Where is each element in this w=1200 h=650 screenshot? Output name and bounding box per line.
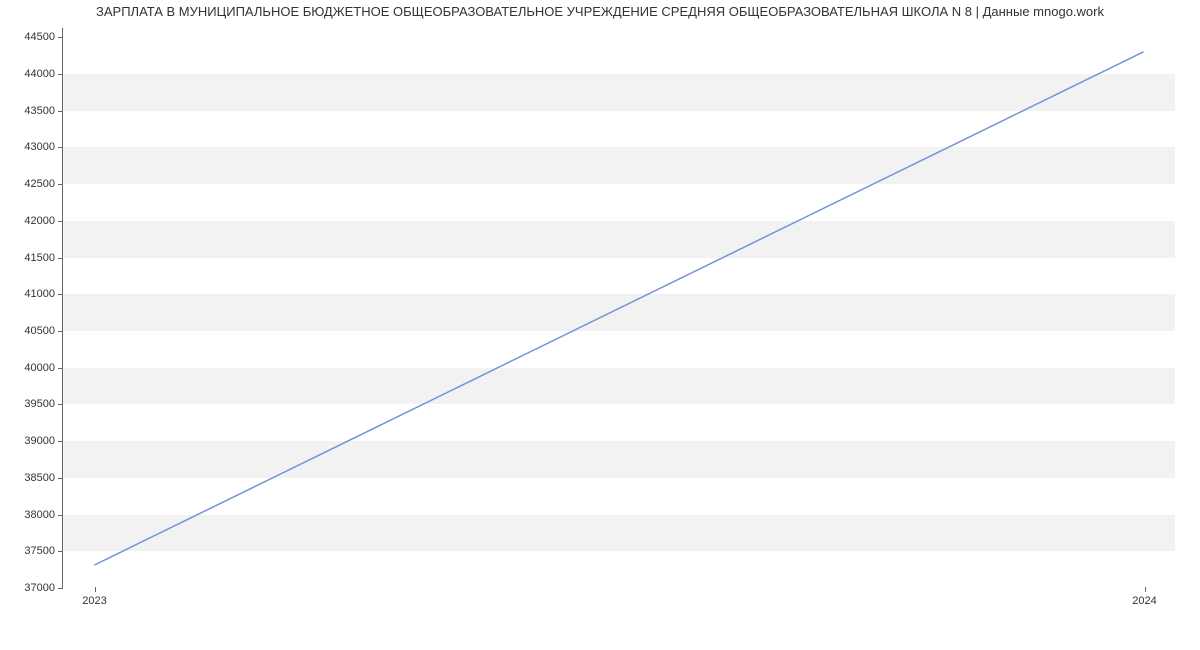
y-tick-label: 43500 xyxy=(24,105,63,117)
y-tick-label: 38500 xyxy=(24,472,63,484)
y-tick-label: 44000 xyxy=(24,68,63,80)
data-line xyxy=(94,52,1143,565)
y-tick-label: 41500 xyxy=(24,252,63,264)
x-tick-label: 2024 xyxy=(1132,587,1156,607)
y-tick-label: 39500 xyxy=(24,398,63,410)
line-series xyxy=(63,28,1175,587)
y-tick-label: 42000 xyxy=(24,215,63,227)
y-tick-label: 40000 xyxy=(24,362,63,374)
y-tick-label: 37000 xyxy=(24,582,63,594)
y-tick-label: 43000 xyxy=(24,141,63,153)
y-tick-label: 42500 xyxy=(24,178,63,190)
y-tick-label: 38000 xyxy=(24,509,63,521)
y-tick-label: 39000 xyxy=(24,435,63,447)
y-tick-label: 37500 xyxy=(24,545,63,557)
y-tick-label: 41000 xyxy=(24,288,63,300)
y-tick-label: 44500 xyxy=(24,31,63,43)
y-tick-label: 40500 xyxy=(24,325,63,337)
plot-area: 3700037500380003850039000395004000040500… xyxy=(62,28,1175,588)
x-tick-label: 2023 xyxy=(82,587,106,607)
chart-title: ЗАРПЛАТА В МУНИЦИПАЛЬНОЕ БЮДЖЕТНОЕ ОБЩЕО… xyxy=(0,4,1200,19)
